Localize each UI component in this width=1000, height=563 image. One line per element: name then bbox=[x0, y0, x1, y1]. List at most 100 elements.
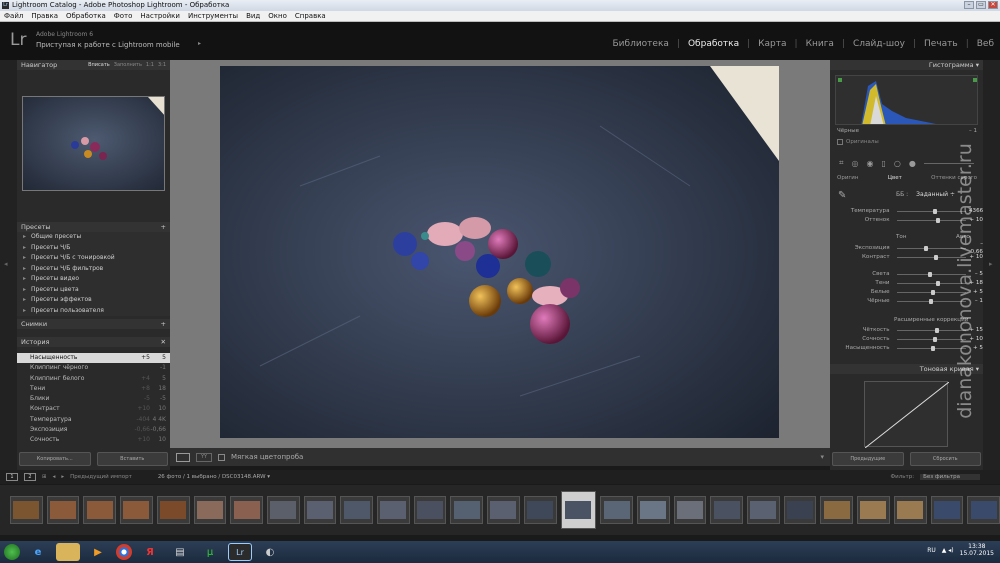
filmstrip-thumbnail[interactable] bbox=[747, 496, 780, 524]
navigator-header[interactable]: Навигатор Вписать Заполнить 1:1 3:1 bbox=[17, 60, 170, 70]
preset-folder[interactable]: Пресеты Ч/Б с тонировкой bbox=[17, 253, 170, 264]
filter-select[interactable]: Без фильтра bbox=[920, 474, 980, 480]
yandex-icon[interactable]: Я bbox=[138, 543, 162, 561]
filmstrip-thumbnail[interactable] bbox=[636, 496, 670, 524]
slider-thumb[interactable] bbox=[936, 280, 941, 286]
filmstrip-thumbnail[interactable] bbox=[230, 496, 263, 524]
view-1-button[interactable]: 1 bbox=[6, 473, 18, 481]
filmstrip-thumbnail[interactable] bbox=[893, 496, 927, 524]
media-player-icon[interactable]: ▶ bbox=[86, 543, 110, 561]
menu-window[interactable]: Окно bbox=[268, 11, 287, 21]
history-item[interactable]: Тени +8 18 bbox=[17, 384, 170, 394]
zoom-fill[interactable]: Заполнить bbox=[114, 60, 142, 70]
filmstrip-thumbnail[interactable] bbox=[340, 496, 374, 524]
preset-folder[interactable]: Пресеты пользователя bbox=[17, 306, 170, 317]
history-item[interactable]: Клиппинг белого +4 5 bbox=[17, 374, 170, 384]
slider-thumb[interactable] bbox=[924, 245, 929, 251]
presets-header[interactable]: Пресеты + bbox=[17, 222, 170, 232]
filmstrip-thumbnail[interactable] bbox=[820, 496, 854, 524]
module-develop[interactable]: Обработка bbox=[688, 39, 739, 49]
filmstrip-thumbnail[interactable] bbox=[857, 496, 890, 524]
slider-thumb[interactable] bbox=[928, 298, 933, 304]
preset-folder[interactable]: Пресеты эффектов bbox=[17, 295, 170, 306]
module-slideshow[interactable]: Слайд-шоу bbox=[853, 39, 905, 49]
graduated-filter-icon[interactable]: ▯ bbox=[881, 159, 885, 168]
filmstrip-thumbnail[interactable] bbox=[487, 496, 520, 524]
copy-button[interactable]: Копировать... bbox=[19, 452, 91, 466]
filmstrip-thumbnail[interactable] bbox=[266, 496, 300, 524]
filmstrip-thumbnail[interactable] bbox=[783, 496, 817, 524]
slider-thumb[interactable] bbox=[930, 289, 935, 295]
filmstrip-thumbnail[interactable] bbox=[46, 496, 80, 524]
history-item[interactable]: Блики -5 -5 bbox=[17, 394, 170, 404]
filmstrip-thumbnail[interactable] bbox=[83, 496, 117, 524]
previous-button[interactable]: Предыдущие bbox=[832, 452, 904, 466]
histogram-header[interactable]: Гистограмма ▾ bbox=[830, 60, 983, 70]
right-panel-toggle[interactable]: ▸ bbox=[983, 60, 1000, 470]
adjustment-brush-icon[interactable]: ● bbox=[909, 159, 916, 168]
clock[interactable]: 13:38 15.07.2015 bbox=[960, 543, 994, 557]
zoom-1-1[interactable]: 1:1 bbox=[146, 60, 154, 70]
language-indicator[interactable]: RU bbox=[927, 547, 936, 554]
start-button-icon[interactable] bbox=[4, 544, 20, 560]
slider-thumb[interactable] bbox=[932, 208, 937, 214]
history-item[interactable]: Сочность +10 10 bbox=[17, 435, 170, 445]
mobile-sync-link[interactable]: Приступая к работе с Lightroom mobile bbox=[36, 41, 180, 49]
utorrent-icon[interactable]: µ bbox=[198, 543, 222, 561]
main-photo[interactable] bbox=[220, 66, 779, 438]
menu-develop[interactable]: Обработка bbox=[66, 11, 106, 21]
preset-folder[interactable]: Пресеты Ч/Б фильтров bbox=[17, 264, 170, 275]
preset-folder[interactable]: Пресеты видео bbox=[17, 274, 170, 285]
originals-toggle[interactable]: Оригиналы bbox=[837, 139, 879, 145]
filmstrip-thumbnail[interactable] bbox=[10, 496, 43, 524]
photo-count[interactable]: 26 фото / 1 выбрано / DSC03148.ARW ▾ bbox=[158, 474, 270, 480]
source-label[interactable]: Предыдущий импорт bbox=[70, 474, 132, 480]
module-book[interactable]: Книга bbox=[806, 39, 834, 49]
filmstrip-thumbnail[interactable] bbox=[600, 496, 633, 524]
filmstrip-thumbnail[interactable] bbox=[710, 496, 744, 524]
slider-thumb[interactable] bbox=[932, 336, 937, 342]
add-preset-icon[interactable]: + bbox=[161, 222, 166, 232]
slider-thumb[interactable] bbox=[927, 271, 932, 277]
module-map[interactable]: Карта bbox=[758, 39, 786, 49]
treatment-tab[interactable]: Оригин bbox=[837, 175, 858, 181]
ie-icon[interactable]: e bbox=[26, 543, 50, 561]
next-arrow-icon[interactable]: ▸ bbox=[61, 474, 64, 480]
filmstrip-thumbnail[interactable] bbox=[560, 491, 597, 529]
wb-value[interactable]: Заданный ÷ bbox=[916, 191, 955, 198]
filmstrip-thumbnail[interactable] bbox=[377, 496, 410, 524]
tray-icons[interactable]: ▲ ◂) bbox=[942, 547, 954, 554]
menu-view[interactable]: Вид bbox=[246, 11, 260, 21]
filmstrip-thumbnail[interactable] bbox=[156, 496, 190, 524]
snapshots-header[interactable]: Снимки + bbox=[17, 319, 170, 329]
prev-arrow-icon[interactable]: ◂ bbox=[53, 474, 56, 480]
paste-button[interactable]: Вставить bbox=[96, 452, 168, 466]
filmstrip-thumbnail[interactable] bbox=[193, 496, 227, 524]
radial-filter-icon[interactable]: ○ bbox=[894, 159, 901, 168]
close-button[interactable]: ✕ bbox=[988, 1, 998, 9]
history-item[interactable]: Насыщенность +5 5 bbox=[17, 353, 170, 364]
redeye-icon[interactable]: ◉ bbox=[867, 159, 874, 168]
zoom-fit[interactable]: Вписать bbox=[88, 60, 110, 70]
maximize-button[interactable]: ▭ bbox=[976, 1, 986, 9]
reset-button[interactable]: Сбросить bbox=[909, 452, 981, 466]
filmstrip-thumbnail[interactable] bbox=[967, 496, 1000, 524]
originals-checkbox[interactable] bbox=[837, 139, 843, 145]
preset-folder[interactable]: Пресеты Ч/Б bbox=[17, 243, 170, 254]
menu-photo[interactable]: Фото bbox=[114, 11, 133, 21]
preset-folder[interactable]: Общие пресеты bbox=[17, 232, 170, 243]
softproof-checkbox[interactable] bbox=[218, 453, 225, 461]
spot-removal-icon[interactable]: ◎ bbox=[852, 159, 859, 168]
wb-selector[interactable]: ББ : Заданный ÷ bbox=[896, 191, 955, 198]
slider-thumb[interactable] bbox=[930, 345, 935, 351]
menu-edit[interactable]: Правка bbox=[31, 11, 58, 21]
wb-eyedropper-icon[interactable]: ✎ bbox=[838, 190, 846, 201]
before-after-icon[interactable]: YY bbox=[196, 452, 212, 462]
grid-icon[interactable]: ⊞ bbox=[42, 474, 47, 480]
toolbar-menu-icon[interactable]: ▾ bbox=[820, 453, 824, 461]
filmstrip-thumbnail[interactable] bbox=[523, 496, 557, 524]
menu-tools[interactable]: Инструменты bbox=[188, 11, 238, 21]
tone-curve-graph[interactable] bbox=[864, 381, 950, 449]
filmstrip-thumbnail[interactable] bbox=[673, 496, 707, 524]
module-print[interactable]: Печать bbox=[924, 39, 958, 49]
